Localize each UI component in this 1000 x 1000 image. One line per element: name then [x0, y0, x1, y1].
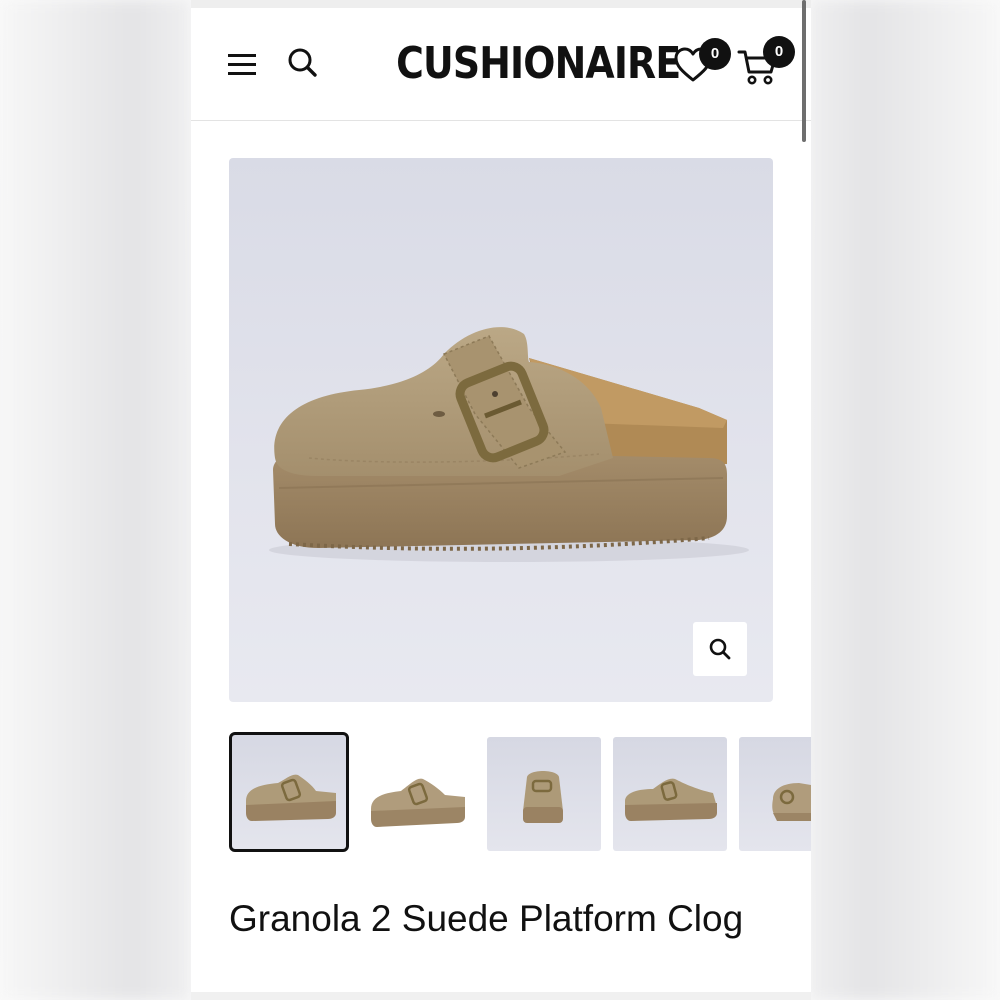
wishlist-count-badge: 0 [699, 38, 731, 70]
search-icon[interactable] [287, 47, 319, 79]
product-title: Granola 2 Suede Platform Clog [229, 898, 744, 939]
hamburger-menu-icon[interactable] [227, 48, 259, 80]
background-blur-right [810, 0, 1000, 1000]
thumbnail-2[interactable] [361, 737, 475, 851]
scrollbar[interactable] [802, 0, 806, 142]
thumbnail-4[interactable] [613, 737, 727, 851]
clog-illustration [269, 327, 749, 562]
top-strip [191, 0, 811, 8]
brand-logo[interactable]: CUSHIONAIRE [396, 36, 681, 92]
zoom-button[interactable] [693, 622, 747, 676]
thumbnail-5[interactable] [739, 737, 811, 851]
background-blur-left [0, 0, 190, 1000]
zoom-search-icon [709, 638, 731, 660]
site-header: CUSHIONAIRE 0 0 [191, 8, 811, 121]
mobile-page: CUSHIONAIRE 0 0 Granola 2 Suede Platform… [191, 0, 811, 1000]
thumbnail-gallery [229, 732, 811, 858]
bottom-strip [191, 992, 811, 1000]
thumbnail-3[interactable] [487, 737, 601, 851]
thumbnail-1[interactable] [229, 732, 349, 852]
cart-count-badge: 0 [763, 36, 795, 68]
product-main-image[interactable] [229, 158, 773, 702]
